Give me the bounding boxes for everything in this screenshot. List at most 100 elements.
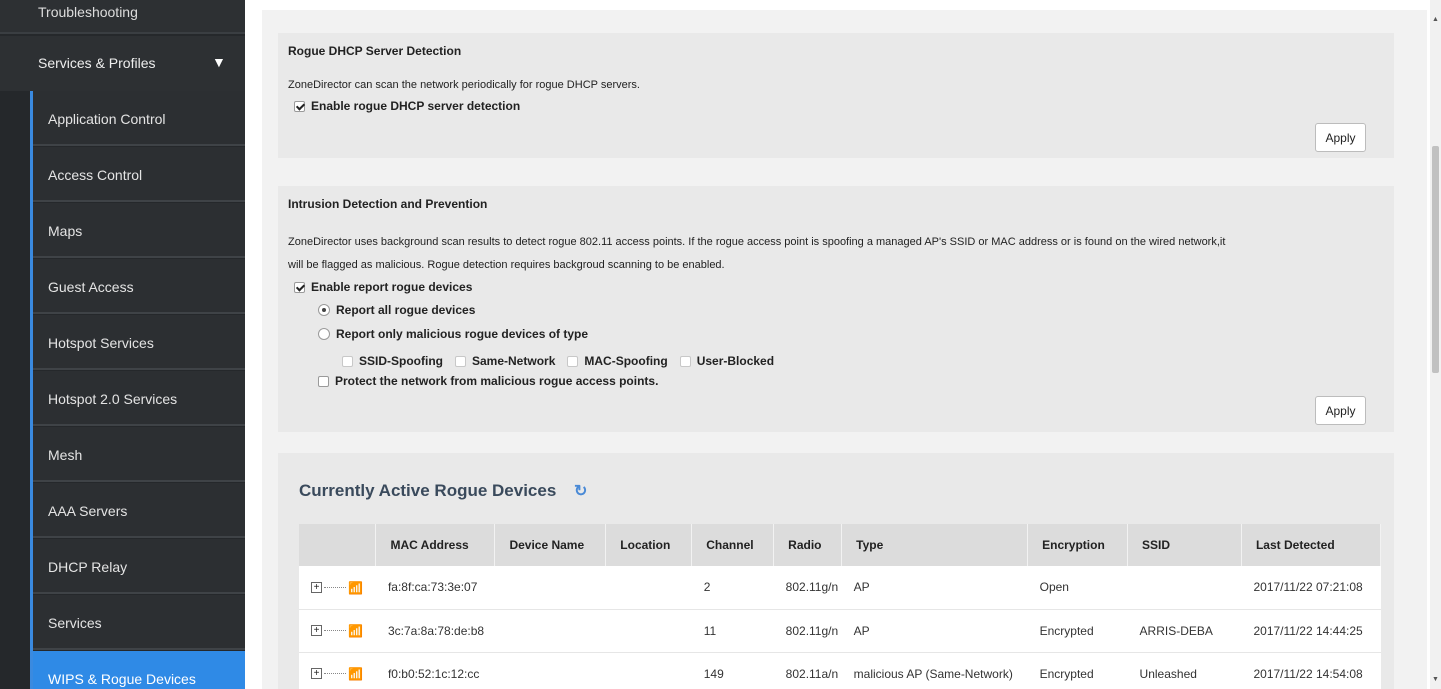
sidebar-section-services-profiles[interactable]: Services & Profiles ▼ xyxy=(0,36,245,91)
report-all-row[interactable]: Report all rogue devices xyxy=(318,303,475,317)
access-point-icon: 📶 xyxy=(348,580,363,595)
cell-last-detected: 2017/11/22 14:44:25 xyxy=(1241,609,1381,653)
report-malicious-row[interactable]: Report only malicious rogue devices of t… xyxy=(318,327,588,341)
column-header-device-name[interactable]: Device Name xyxy=(494,524,607,566)
cell-device-name xyxy=(494,566,606,610)
enable-report-row[interactable]: Enable report rogue devices xyxy=(294,280,472,294)
sidebar-item-label: Hotspot Services xyxy=(48,335,154,351)
enable-rogue-dhcp-checkbox[interactable] xyxy=(294,100,305,112)
type-option-ssid-spoofing[interactable]: SSID-Spoofing xyxy=(342,354,443,368)
intrusion-detection-panel: Intrusion Detection and Prevention ZoneD… xyxy=(278,186,1394,432)
sidebar-item-troubleshooting[interactable]: Troubleshooting xyxy=(0,0,245,34)
panel-description-line1: ZoneDirector uses background scan result… xyxy=(288,236,1226,248)
table-row[interactable]: + 📶 3c:7a:8a:78:de:b8 11 802.11g/n AP Enc… xyxy=(299,609,1381,653)
sidebar-item-hotspot-2-services[interactable]: Hotspot 2.0 Services xyxy=(33,371,245,426)
rogue-devices-title: Currently Active Rogue Devices xyxy=(299,481,557,500)
scrollbar-thumb[interactable] xyxy=(1432,146,1439,373)
cell-type: malicious AP (Same-Network) xyxy=(841,652,1028,689)
sidebar-item-label: AAA Servers xyxy=(48,503,128,519)
cell-ssid xyxy=(1127,566,1242,610)
type-label: MAC-Spoofing xyxy=(584,354,668,368)
sidebar-item-aaa-servers[interactable]: AAA Servers xyxy=(33,483,245,538)
table-row[interactable]: + 📶 fa:8f:ca:73:3e:07 2 802.11g/n AP Open… xyxy=(299,566,1381,610)
cell-mac: 3c:7a:8a:78:de:b8 xyxy=(375,609,495,653)
sidebar-item-dhcp-relay[interactable]: DHCP Relay xyxy=(33,539,245,594)
sidebar-item-application-control[interactable]: Application Control xyxy=(33,91,245,146)
cell-ssid: Unleashed xyxy=(1127,652,1242,689)
sidebar-subnav: Application Control Access Control Maps … xyxy=(30,91,245,689)
cell-mac: fa:8f:ca:73:3e:07 xyxy=(375,566,495,610)
expand-icon[interactable]: + xyxy=(311,668,322,680)
report-all-radio[interactable] xyxy=(318,304,330,316)
column-header-encryption[interactable]: Encryption xyxy=(1027,524,1129,566)
type-label: Same-Network xyxy=(472,354,556,368)
panel-description: ZoneDirector can scan the network period… xyxy=(288,79,640,91)
column-header-last-detected[interactable]: Last Detected xyxy=(1241,524,1382,566)
type-option-user-blocked[interactable]: User-Blocked xyxy=(679,354,775,368)
sidebar-item-maps[interactable]: Maps xyxy=(33,203,245,258)
refresh-icon[interactable]: ↻ xyxy=(574,481,587,501)
checkbox-label: Protect the network from malicious rogue… xyxy=(335,374,659,388)
sidebar-item-mesh[interactable]: Mesh xyxy=(33,427,245,482)
tree-connector xyxy=(324,587,346,589)
type-checkbox[interactable] xyxy=(567,355,579,367)
sidebar-item-label: Maps xyxy=(48,223,83,239)
sidebar-item-label: Mesh xyxy=(48,447,83,463)
sidebar-item-label: WIPS & Rogue Devices xyxy=(48,671,196,687)
column-header-channel[interactable]: Channel xyxy=(691,524,775,566)
sidebar-item-services[interactable]: Services xyxy=(33,595,245,650)
type-label: User-Blocked xyxy=(696,354,775,368)
table-header-row: MAC Address Device Name Location Channel… xyxy=(299,524,1382,566)
cell-encryption: Encrypted xyxy=(1027,609,1128,653)
panel-description-line2: will be flagged as malicious. Rogue dete… xyxy=(288,259,725,271)
type-checkbox[interactable] xyxy=(455,355,466,367)
column-header-mac[interactable]: MAC Address xyxy=(375,524,496,566)
sidebar: Troubleshooting Services & Profiles ▼ Ap… xyxy=(0,0,245,689)
cell-channel: 2 xyxy=(691,566,774,610)
row-expander[interactable]: + 📶 xyxy=(299,652,376,689)
rogue-devices-table: MAC Address Device Name Location Channel… xyxy=(299,524,1382,689)
type-option-same-network[interactable]: Same-Network xyxy=(455,354,555,368)
cell-channel: 11 xyxy=(691,609,774,653)
section-label: Services & Profiles xyxy=(38,55,156,71)
idp-apply-button[interactable]: Apply xyxy=(1315,396,1366,425)
expand-icon[interactable]: + xyxy=(311,582,322,594)
column-header-radio[interactable]: Radio xyxy=(773,524,843,566)
cell-location xyxy=(605,652,692,689)
malicious-type-options: SSID-Spoofing Same-Network MAC-Spoofing … xyxy=(342,354,786,368)
sidebar-item-label: Troubleshooting xyxy=(38,4,138,20)
expand-icon[interactable]: + xyxy=(311,625,322,637)
column-header-location[interactable]: Location xyxy=(605,524,693,566)
cell-last-detected: 2017/11/22 14:54:08 xyxy=(1241,652,1381,689)
sidebar-item-wips-rogue-devices[interactable]: WIPS & Rogue Devices xyxy=(33,651,245,689)
row-expander[interactable]: + 📶 xyxy=(299,609,376,653)
table-row[interactable]: + 📶 f0:b0:52:1c:12:cc 149 802.11a/n malic… xyxy=(299,652,1381,689)
column-header-ssid[interactable]: SSID xyxy=(1127,524,1242,566)
protect-network-checkbox[interactable] xyxy=(318,375,329,387)
report-malicious-radio[interactable] xyxy=(318,328,330,340)
cell-encryption: Open xyxy=(1027,566,1128,610)
column-header-type[interactable]: Type xyxy=(841,524,1029,566)
vertical-scrollbar[interactable]: ▲ ▼ xyxy=(1430,0,1441,689)
enable-report-checkbox[interactable] xyxy=(294,281,305,293)
dhcp-apply-button[interactable]: Apply xyxy=(1315,123,1366,152)
enable-rogue-dhcp-checkbox-row[interactable]: Enable rogue DHCP server detection xyxy=(294,99,520,113)
type-checkbox[interactable] xyxy=(342,355,353,367)
type-label: SSID-Spoofing xyxy=(359,354,443,368)
panel-title: Intrusion Detection and Prevention xyxy=(288,197,488,211)
type-option-mac-spoofing[interactable]: MAC-Spoofing xyxy=(567,354,668,368)
sidebar-item-access-control[interactable]: Access Control xyxy=(33,147,245,202)
protect-network-row[interactable]: Protect the network from malicious rogue… xyxy=(318,374,658,388)
tree-connector xyxy=(324,630,346,632)
rogue-devices-panel: Currently Active Rogue Devices ↻ MAC Add… xyxy=(278,453,1394,689)
scroll-down-icon[interactable]: ▼ xyxy=(1432,676,1439,683)
type-checkbox[interactable] xyxy=(679,355,691,367)
sidebar-item-hotspot-services[interactable]: Hotspot Services xyxy=(33,315,245,370)
cell-type: AP xyxy=(841,609,1028,653)
scroll-up-icon[interactable]: ▲ xyxy=(1432,16,1439,23)
sidebar-item-guest-access[interactable]: Guest Access xyxy=(33,259,245,314)
cell-mac: f0:b0:52:1c:12:cc xyxy=(375,652,495,689)
row-expander[interactable]: + 📶 xyxy=(299,566,376,610)
cell-channel: 149 xyxy=(691,652,774,689)
cell-encryption: Encrypted xyxy=(1027,652,1128,689)
